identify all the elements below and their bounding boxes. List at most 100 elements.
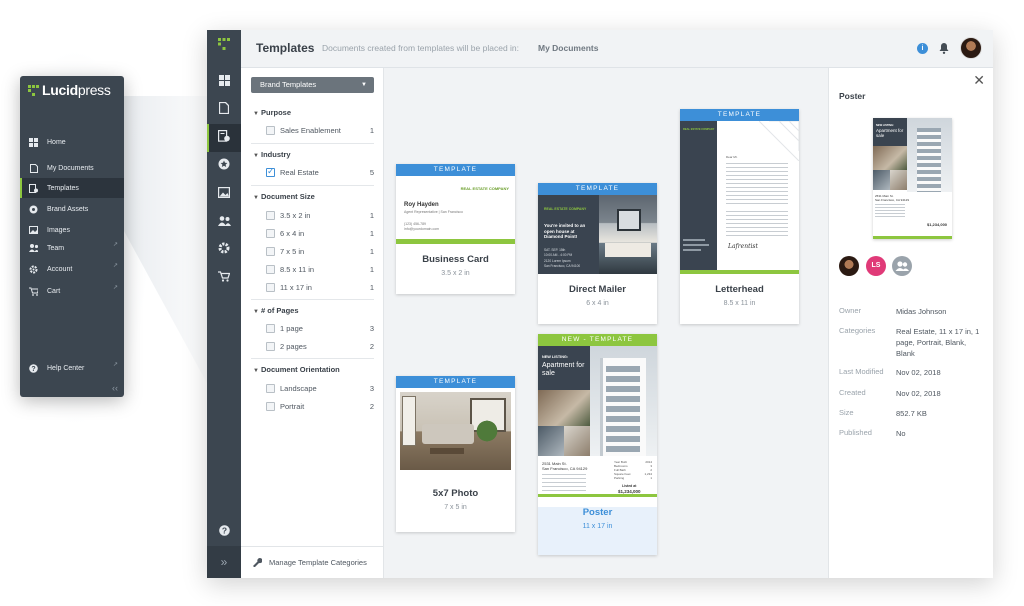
sidebar-item-label: Images bbox=[47, 226, 70, 234]
template-size: 6 x 4 in bbox=[586, 300, 609, 307]
filter-option-size[interactable]: 3.5 x 2 in 1 bbox=[266, 209, 374, 221]
dropdown-value: Brand Templates bbox=[260, 80, 317, 89]
filter-group-document-size[interactable]: ▼ Document Size bbox=[253, 192, 315, 201]
filter-group-industry[interactable]: ▼ Industry bbox=[253, 150, 291, 159]
external-link-icon: ↗ bbox=[112, 285, 118, 291]
rail-account-button[interactable] bbox=[207, 236, 241, 264]
template-card-5x7-photo[interactable]: TEMPLATE 5x7 Photo 7 x 5 in bbox=[396, 376, 515, 532]
icon-rail: ? » bbox=[207, 30, 241, 578]
template-card-direct-mailer[interactable]: TEMPLATE REAL ESTATE COMPANY You're invi… bbox=[538, 183, 657, 324]
checkbox[interactable] bbox=[266, 246, 275, 256]
filter-option-sales-enablement[interactable]: Sales Enablement 1 bbox=[266, 124, 374, 136]
template-card-poster[interactable]: NEW - TEMPLATE NEW LISTING: Apartment fo… bbox=[538, 334, 657, 555]
template-size: 8.5 x 11 in bbox=[723, 300, 756, 307]
owner-label: Owner bbox=[839, 306, 862, 315]
filter-option-size[interactable]: 6 x 4 in 1 bbox=[266, 227, 374, 239]
sidebar-item-my-documents[interactable]: My Documents bbox=[20, 158, 124, 178]
published-value: No bbox=[896, 429, 906, 438]
top-bar: Templates Documents created from templat… bbox=[241, 30, 993, 68]
filter-panel: Brand Templates ▼ ▼ Purpose Sales Enablem… bbox=[241, 68, 384, 578]
svg-text:?: ? bbox=[31, 366, 35, 373]
divider bbox=[251, 143, 374, 144]
manage-template-categories-button[interactable]: Manage Template Categories bbox=[241, 546, 384, 578]
collaborator-initials-avatar[interactable]: LS bbox=[866, 256, 886, 276]
rail-cart-button[interactable] bbox=[207, 264, 241, 292]
sidebar-item-label: Help Center bbox=[47, 364, 85, 372]
logo-mark-icon bbox=[28, 84, 39, 96]
sidebar-item-account[interactable]: Account ↗ bbox=[20, 259, 124, 279]
rail-images-button[interactable] bbox=[207, 180, 241, 208]
close-icon[interactable]: ✕ bbox=[973, 72, 985, 89]
template-source-dropdown[interactable]: Brand Templates ▼ bbox=[251, 77, 374, 93]
details-title: Poster bbox=[839, 91, 866, 101]
checkbox[interactable] bbox=[266, 282, 275, 292]
owner-value: Midas Johnson bbox=[896, 307, 947, 316]
template-card-letterhead[interactable]: TEMPLATE REAL ESTATE COMPANY Dear Mr. La… bbox=[680, 109, 799, 324]
created-value: Nov 02, 2018 bbox=[896, 389, 941, 398]
templates-icon bbox=[218, 129, 230, 147]
rail-home-button[interactable] bbox=[207, 68, 241, 96]
checkbox-checked[interactable] bbox=[266, 166, 275, 177]
filter-option-pages[interactable]: 2 pages 2 bbox=[266, 340, 374, 352]
template-card-business-card[interactable]: TEMPLATE REAL ESTATE COMPANY Roy Hayden … bbox=[396, 164, 515, 294]
expand-sidebar-button[interactable]: » bbox=[207, 546, 241, 578]
filter-option-orientation[interactable]: Landscape 3 bbox=[266, 382, 374, 394]
collaborator-avatar[interactable] bbox=[839, 256, 859, 276]
filter-option-size[interactable]: 8.5 x 11 in 1 bbox=[266, 263, 374, 275]
template-details-panel: ✕ Poster NEW LISTING: Apartment for sale… bbox=[828, 68, 993, 578]
info-icon[interactable]: i bbox=[917, 43, 928, 54]
rail-brand-assets-button[interactable] bbox=[207, 152, 241, 180]
document-icon bbox=[218, 101, 230, 119]
group-icon[interactable] bbox=[892, 256, 912, 276]
checkbox[interactable] bbox=[266, 210, 275, 220]
sidebar-item-cart[interactable]: Cart ↗ bbox=[20, 281, 124, 301]
filter-group-pages[interactable]: ▼ # of Pages bbox=[253, 306, 299, 315]
template-thumbnail: REAL ESTATE COMPANY Dear Mr. Lafrentist bbox=[680, 121, 799, 274]
rail-help-button[interactable]: ? bbox=[207, 518, 241, 546]
filter-option-orientation[interactable]: Portrait 2 bbox=[266, 400, 374, 412]
rail-templates-button[interactable] bbox=[207, 124, 241, 152]
help-icon: ? bbox=[29, 363, 38, 373]
sidebar-item-team[interactable]: Team ↗ bbox=[20, 238, 124, 258]
sidebar-item-home[interactable]: Home bbox=[20, 132, 124, 152]
rail-documents-button[interactable] bbox=[207, 96, 241, 124]
image-icon bbox=[218, 185, 231, 203]
filter-option-real-estate[interactable]: Real Estate5 bbox=[266, 166, 374, 178]
template-size: 11 x 17 in bbox=[582, 523, 613, 530]
categories-value: Real Estate, 11 x 17 in, 1 page, Portrai… bbox=[896, 327, 980, 358]
checkbox[interactable] bbox=[266, 341, 275, 351]
filter-group-orientation[interactable]: ▼ Document Orientation bbox=[253, 365, 340, 374]
template-name: Poster bbox=[582, 507, 613, 518]
destination-folder-link[interactable]: My Documents bbox=[538, 43, 598, 53]
rail-logo-button[interactable] bbox=[207, 32, 241, 60]
bell-icon[interactable] bbox=[939, 41, 949, 59]
caret-down-icon: ▼ bbox=[253, 368, 259, 374]
page-title: Templates bbox=[256, 41, 315, 55]
logo-wordmark: Lucidpress bbox=[42, 82, 111, 98]
rail-team-button[interactable] bbox=[207, 208, 241, 236]
sidebar-item-images[interactable]: Images bbox=[20, 220, 124, 240]
filter-option-pages[interactable]: 1 page 3 bbox=[266, 322, 374, 334]
brand-assets-icon bbox=[218, 157, 230, 175]
template-gallery: TEMPLATE REAL ESTATE COMPANY Roy Hayden … bbox=[384, 68, 828, 578]
logo-mark-icon bbox=[218, 37, 230, 55]
checkbox[interactable] bbox=[266, 125, 275, 135]
brand-assets-icon bbox=[29, 205, 38, 214]
filter-option-size[interactable]: 7 x 5 in 1 bbox=[266, 245, 374, 257]
checkbox[interactable] bbox=[266, 264, 275, 274]
filter-option-size[interactable]: 11 x 17 in 1 bbox=[266, 281, 374, 293]
sidebar-item-templates[interactable]: Templates bbox=[20, 178, 124, 198]
checkbox[interactable] bbox=[266, 401, 275, 411]
template-badge: NEW - TEMPLATE bbox=[538, 334, 657, 346]
lucidpress-logo[interactable]: Lucidpress bbox=[28, 82, 111, 98]
checkbox[interactable] bbox=[266, 383, 275, 393]
gear-icon bbox=[218, 241, 230, 259]
checkbox[interactable] bbox=[266, 228, 275, 238]
templates-icon bbox=[29, 183, 38, 193]
filter-group-purpose[interactable]: ▼ Purpose bbox=[253, 108, 291, 117]
sidebar-item-brand-assets[interactable]: Brand Assets bbox=[20, 199, 124, 219]
collapse-sidebar-button[interactable]: ‹‹ bbox=[112, 383, 118, 393]
sidebar-item-help-center[interactable]: ? Help Center ↗ bbox=[20, 358, 124, 378]
checkbox[interactable] bbox=[266, 323, 275, 333]
user-avatar[interactable] bbox=[960, 37, 982, 59]
